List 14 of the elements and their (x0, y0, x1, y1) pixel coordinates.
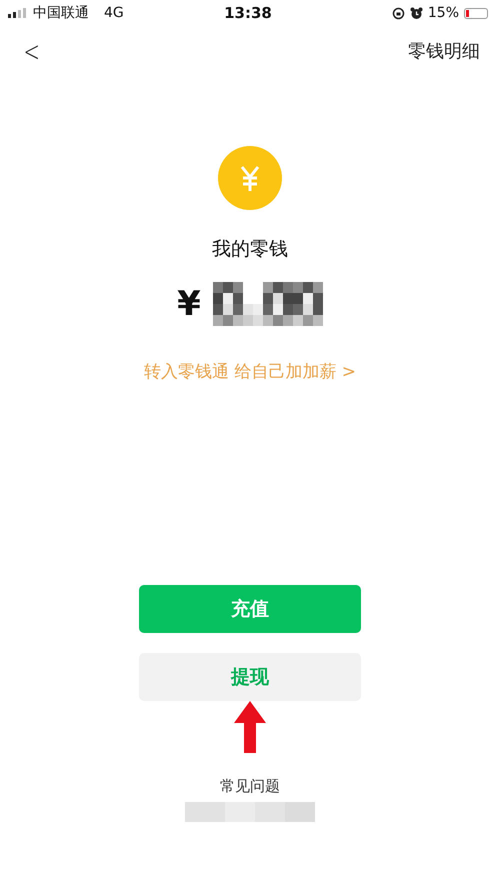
rotation-lock-icon (392, 6, 405, 20)
signal-icon (8, 8, 28, 18)
clock-time: 13:38 (224, 4, 272, 22)
faq-link[interactable]: 常见问题 (220, 777, 280, 796)
currency-sign: ¥ (177, 284, 201, 324)
battery-percent: 15% (428, 5, 459, 21)
battery-icon (464, 8, 488, 18)
alarm-icon (410, 6, 423, 20)
network-type: 4G (104, 5, 124, 21)
wallet-title: 我的零钱 (212, 237, 288, 262)
up-arrow-icon (234, 701, 266, 753)
balance-details-link[interactable]: 零钱明细 (408, 39, 480, 63)
carrier-name: 中国联通 (33, 4, 89, 22)
back-button[interactable]: < (20, 34, 43, 68)
